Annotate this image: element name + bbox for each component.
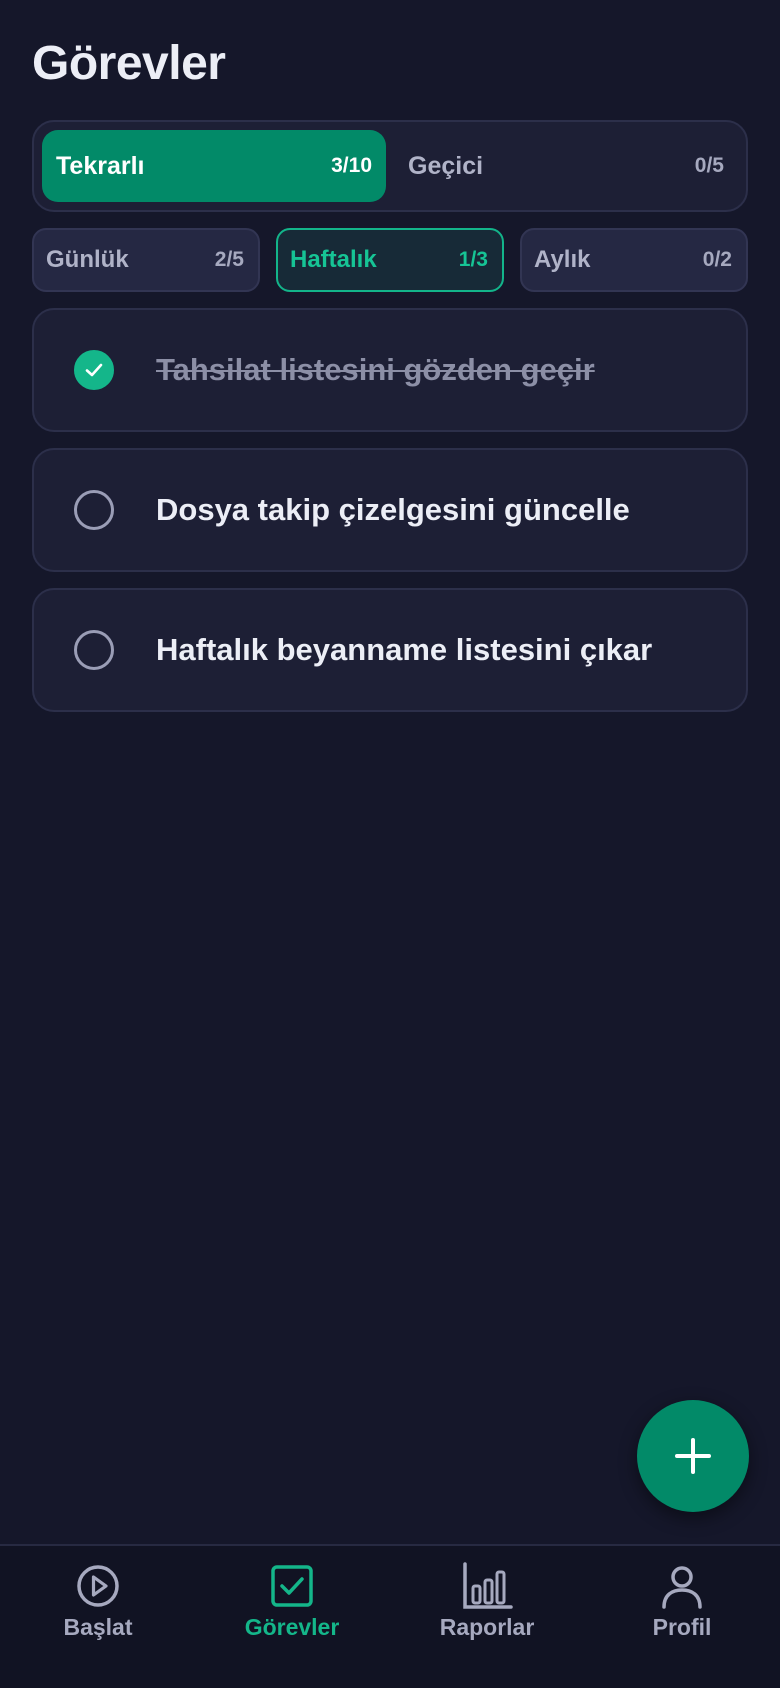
tab-profile-label: Profil — [652, 1614, 712, 1640]
unchecked-circle-icon[interactable] — [74, 490, 114, 530]
plus-icon — [675, 1438, 711, 1474]
task-title: Tahsilat listesini gözden geçir — [156, 352, 595, 387]
segment-recurring[interactable]: Tekrarlı 3/10 — [42, 130, 386, 202]
segment-temporary-count: 0/5 — [694, 154, 724, 177]
task-title: Dosya takip çizelgesini güncelle — [156, 492, 630, 527]
tab-reports-label: Raporlar — [439, 1614, 535, 1640]
period-weekly-count: 1/3 — [458, 248, 488, 271]
period-weekly-label: Haftalık — [290, 246, 377, 273]
add-task-button[interactable] — [637, 1400, 749, 1512]
person-icon — [662, 1566, 702, 1609]
period-daily[interactable]: Günlük 2/5 — [32, 228, 260, 292]
period-filter: Günlük 2/5 Haftalık 1/3 Aylık 0/2 — [32, 228, 748, 292]
segment-temporary-label: Geçici — [408, 151, 484, 180]
period-monthly-count: 0/2 — [702, 248, 732, 271]
unchecked-circle-icon[interactable] — [74, 630, 114, 670]
period-monthly[interactable]: Aylık 0/2 — [520, 228, 748, 292]
tab-profile[interactable]: Profil — [602, 1562, 762, 1641]
play-circle-icon — [77, 1565, 119, 1607]
tab-tasks-label: Görevler — [244, 1614, 340, 1640]
checkbox-icon — [271, 1565, 313, 1607]
segment-temporary[interactable]: Geçici 0/5 — [394, 130, 738, 202]
task-type-segmented-control: Tekrarlı 3/10 Geçici 0/5 — [32, 120, 748, 212]
tab-reports[interactable]: Raporlar — [407, 1562, 567, 1641]
tab-tasks[interactable]: Görevler — [212, 1562, 372, 1641]
task-title: Haftalık beyanname listesini çıkar — [156, 632, 653, 667]
period-daily-label: Günlük — [46, 246, 129, 273]
task-item[interactable]: Tahsilat listesini gözden geçir — [32, 308, 748, 432]
bar-chart-icon — [463, 1562, 513, 1609]
period-weekly[interactable]: Haftalık 1/3 — [276, 228, 504, 292]
segment-recurring-label: Tekrarlı — [56, 151, 145, 180]
segment-recurring-count: 3/10 — [331, 154, 372, 177]
checked-circle-icon[interactable] — [74, 350, 114, 390]
checkmark-icon — [85, 363, 103, 377]
task-list: Tahsilat listesini gözden geçir Dosya ta… — [32, 308, 748, 728]
bottom-tab-bar: Başlat Görevler Raporlar Profil — [0, 1544, 780, 1688]
period-daily-count: 2/5 — [214, 248, 244, 271]
period-monthly-label: Aylık — [534, 246, 591, 273]
page-title: Görevler — [32, 37, 226, 90]
tab-start-label: Başlat — [63, 1614, 133, 1640]
tab-start[interactable]: Başlat — [18, 1562, 178, 1641]
task-item[interactable]: Dosya takip çizelgesini güncelle — [32, 448, 748, 572]
task-item[interactable]: Haftalık beyanname listesini çıkar — [32, 588, 748, 712]
